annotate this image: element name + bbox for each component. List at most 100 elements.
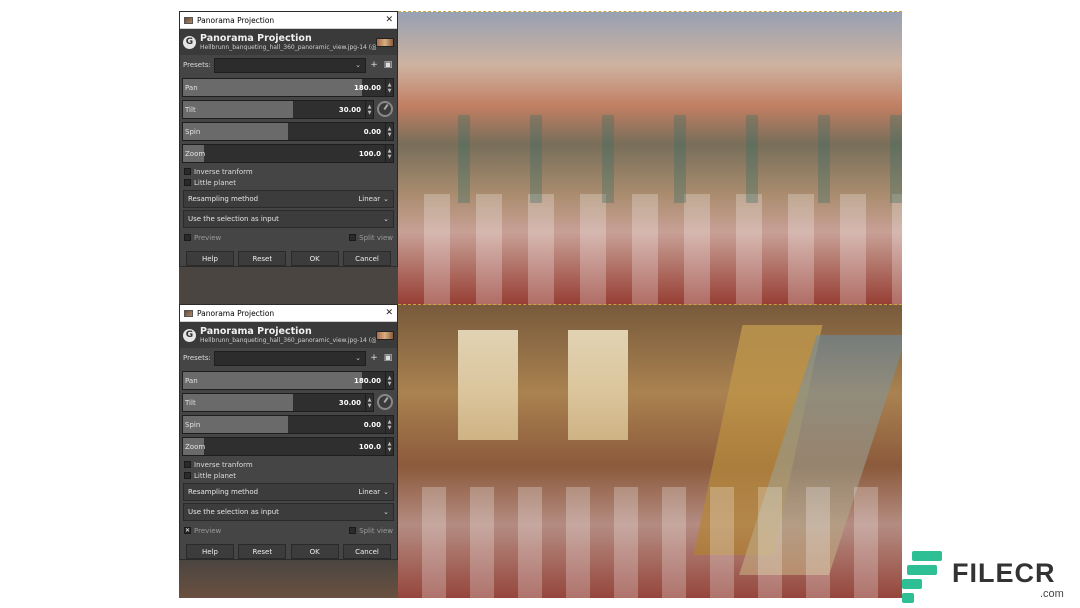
split-view-checkbox[interactable]: Split view (349, 234, 393, 242)
pan-slider[interactable]: Pan 180.00 ▲ ▼ (182, 78, 394, 97)
help-button[interactable]: Help (186, 251, 234, 266)
preset-menu-icon[interactable]: ▣ (382, 353, 394, 363)
zoom-label: Zoom (185, 149, 206, 158)
tilt-label: Tilt (185, 105, 196, 114)
little-planet-checkbox[interactable]: Little planet (180, 470, 397, 481)
pan-spin-icon[interactable]: ▲ ▼ (385, 372, 393, 389)
zoom-value: 100.0 (358, 442, 381, 451)
presets-combo[interactable]: ⌄ (214, 57, 366, 73)
resampling-label: Resampling method (188, 488, 259, 496)
resampling-method-dropdown[interactable]: Resampling method Linear ⌄ (183, 190, 394, 208)
checkbox-box[interactable] (184, 234, 191, 241)
spin-value: 0.00 (363, 420, 381, 429)
zoom-slider[interactable]: Zoom 100.0 ▲ ▼ (182, 144, 394, 163)
spin-slider[interactable]: Spin 0.00 ▲ ▼ (182, 122, 394, 141)
close-icon[interactable]: ✕ (385, 308, 393, 318)
checkmark-icon[interactable]: ✕ (184, 527, 191, 534)
preview-row: ✕ Preview Split view (180, 523, 397, 538)
inverse-transform-checkbox[interactable]: Inverse tranform (180, 459, 397, 470)
dialog-title: Panorama Projection (197, 15, 275, 25)
ok-button[interactable]: OK (290, 251, 339, 266)
spin-spin-icon[interactable]: ▲ ▼ (385, 123, 393, 140)
presets-combo[interactable]: ⌄ (214, 350, 366, 366)
dialog-buttons: Help Reset OK Cancel (180, 544, 397, 559)
cancel-button[interactable]: Cancel (342, 544, 391, 559)
pan-spin-icon[interactable]: ▲ ▼ (385, 79, 393, 96)
filecr-domain: .com (1040, 588, 1064, 600)
plugin-name: Panorama Projection (200, 326, 312, 337)
filecr-brand: FILECR (952, 558, 1056, 588)
little-planet-checkbox[interactable]: Little planet (180, 177, 397, 188)
add-preset-icon[interactable]: + (368, 60, 380, 70)
image-name: Hellbrunn_banqueting_hall_360_panoramic_… (200, 44, 376, 51)
gegl-logo-icon: G (183, 328, 196, 342)
checkbox-box[interactable] (184, 179, 191, 186)
split-view-checkbox[interactable]: Split view (349, 527, 393, 535)
tilt-slider[interactable]: Tilt 30.00 ▲ ▼ (182, 393, 374, 412)
pan-slider[interactable]: Pan 180.00 ▲ ▼ (182, 371, 394, 390)
image-thumbnail (376, 37, 394, 47)
checkbox-box[interactable] (349, 234, 357, 241)
help-button[interactable]: Help (186, 544, 234, 559)
tilt-spin-icon[interactable]: ▲ ▼ (365, 394, 373, 411)
selection-input-dropdown[interactable]: Use the selection as input ⌄ (183, 503, 394, 521)
zoom-spin-icon[interactable]: ▲ ▼ (385, 438, 393, 455)
add-preset-icon[interactable]: + (368, 353, 380, 363)
zoom-spin-icon[interactable]: ▲ ▼ (385, 145, 393, 162)
presets-row: Presets: ⌄ + ▣ (180, 348, 397, 368)
gimp-app-icon (184, 16, 193, 24)
resampling-method-dropdown[interactable]: Resampling method Linear ⌄ (183, 483, 394, 501)
presets-label: Presets: (183, 354, 211, 362)
presets-row: Presets: ⌄ + ▣ (180, 55, 397, 75)
image-name: Hellbrunn_banqueting_hall_360_panoramic_… (200, 337, 376, 344)
preview-checkbox[interactable]: Preview (184, 234, 349, 242)
dialog-header: G Panorama Projection Hellbrunn_banqueti… (180, 322, 397, 348)
ok-button[interactable]: OK (290, 544, 339, 559)
close-icon[interactable]: ✕ (385, 15, 393, 25)
spin-label: Spin (185, 127, 201, 136)
inverse-transform-label: Inverse tranform (194, 460, 253, 469)
panorama-canvas-equirectangular[interactable] (398, 11, 902, 306)
gimp-app-icon (184, 309, 193, 317)
tilt-slider[interactable]: Tilt 30.00 ▲ ▼ (182, 100, 374, 119)
checkbox-box[interactable] (184, 168, 191, 175)
zoom-value: 100.0 (358, 149, 381, 158)
preview-checkbox[interactable]: ✕ Preview (184, 527, 349, 535)
dialog-titlebar: Panorama Projection ✕ (180, 12, 397, 29)
preset-menu-icon[interactable]: ▣ (382, 60, 394, 70)
chevron-down-icon: ⌄ (383, 215, 389, 223)
checkbox-box[interactable] (184, 461, 191, 468)
dialog-titlebar: Panorama Projection ✕ (180, 305, 397, 322)
panorama-canvas-projected[interactable] (398, 304, 902, 598)
top-panel: Panorama Projection ✕ G Panorama Project… (179, 11, 902, 306)
pan-label: Pan (185, 376, 198, 385)
tilt-spin-icon[interactable]: ▲ ▼ (365, 101, 373, 118)
tilt-dial-icon[interactable] (377, 394, 393, 410)
gegl-logo-icon: G (183, 35, 196, 49)
selection-label: Use the selection as input (188, 215, 279, 223)
reset-button[interactable]: Reset (238, 251, 287, 266)
preview-label: Preview (194, 526, 222, 535)
reset-button[interactable]: Reset (238, 544, 287, 559)
spin-label: Spin (185, 420, 201, 429)
resampling-value: Linear (358, 195, 381, 203)
spin-spin-icon[interactable]: ▲ ▼ (385, 416, 393, 433)
resampling-value: Linear (358, 488, 381, 496)
zoom-slider[interactable]: Zoom 100.0 ▲ ▼ (182, 437, 394, 456)
dialog-buttons: Help Reset OK Cancel (180, 251, 397, 266)
inverse-transform-checkbox[interactable]: Inverse tranform (180, 166, 397, 177)
tilt-dial-icon[interactable] (377, 101, 393, 117)
zoom-label: Zoom (185, 442, 206, 451)
split-view-label: Split view (359, 526, 393, 535)
selection-input-dropdown[interactable]: Use the selection as input ⌄ (183, 210, 394, 228)
spin-slider[interactable]: Spin 0.00 ▲ ▼ (182, 415, 394, 434)
checkbox-box[interactable] (349, 527, 357, 534)
inverse-transform-label: Inverse tranform (194, 167, 253, 176)
preview-row: Preview Split view (180, 230, 397, 245)
filecr-logo-icon (902, 551, 946, 607)
checkbox-box[interactable] (184, 472, 191, 479)
split-view-label: Split view (359, 233, 393, 242)
cancel-button[interactable]: Cancel (342, 251, 391, 266)
filecr-watermark: FILECR .com (900, 548, 1080, 608)
preview-label: Preview (194, 233, 222, 242)
